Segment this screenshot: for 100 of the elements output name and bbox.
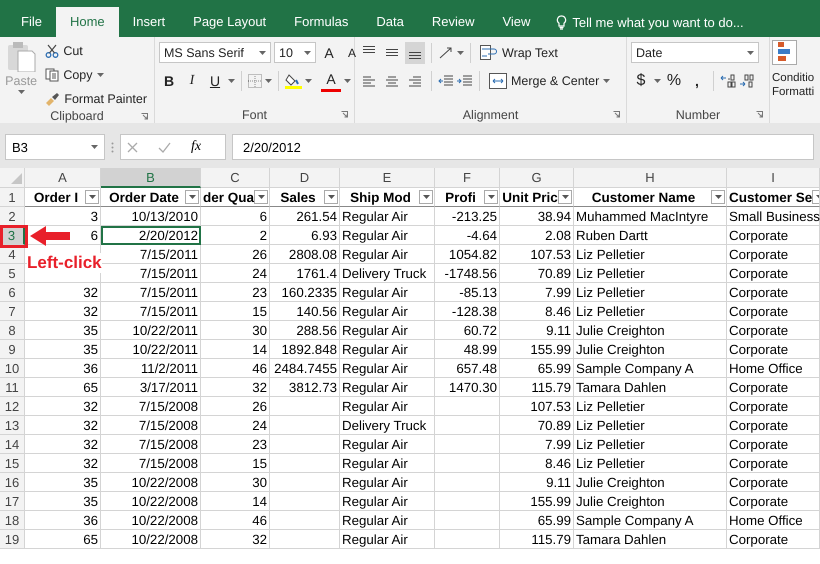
caret-icon[interactable] [654, 78, 661, 82]
selected-cell[interactable]: 2/20/2012 [101, 226, 201, 245]
borders-icon[interactable] [248, 74, 262, 88]
column-header[interactable]: I [727, 168, 820, 188]
row-header[interactable]: 5 [0, 264, 25, 283]
filter-dropdown-button[interactable] [711, 190, 725, 204]
ribbon-tab[interactable]: Data [362, 7, 418, 37]
column-header[interactable]: B [101, 168, 201, 188]
row-header[interactable]: 6 [0, 283, 25, 302]
caret-icon[interactable] [305, 78, 312, 82]
ribbon-tab[interactable]: View [488, 7, 544, 37]
table-cell: 9.11 [500, 321, 574, 340]
empty-cell [435, 454, 500, 473]
filter-dropdown-button[interactable] [558, 190, 572, 204]
caret-icon[interactable] [91, 145, 98, 149]
number-format-dropdown[interactable]: Date [631, 42, 759, 63]
caret-icon[interactable] [96, 72, 104, 76]
cut-button[interactable]: Cut [42, 40, 150, 61]
increase-indent-icon[interactable] [457, 74, 473, 88]
increase-decimal-icon[interactable] [720, 72, 736, 88]
merge-center-button[interactable]: Merge & Center [486, 70, 614, 91]
caret-icon[interactable] [304, 50, 311, 54]
row-header[interactable]: 2 [0, 207, 25, 226]
currency-button[interactable]: $ [631, 70, 651, 92]
table-cell: 24 [201, 264, 270, 283]
insert-function-button[interactable]: fx [191, 139, 202, 155]
underline-button[interactable]: U [205, 70, 225, 92]
dialog-launcher-icon[interactable] [756, 111, 763, 118]
column-header[interactable]: A [25, 168, 101, 188]
column-header[interactable]: E [340, 168, 435, 188]
wrap-text-button[interactable]: Wrap Text [477, 42, 561, 63]
fill-color-icon[interactable] [285, 72, 302, 89]
caret-icon[interactable] [344, 78, 351, 82]
decrease-indent-icon[interactable] [438, 74, 454, 88]
paintbrush-icon [45, 92, 60, 106]
caret-icon[interactable] [603, 78, 610, 82]
italic-button[interactable]: I [182, 70, 202, 92]
row-header[interactable]: 13 [0, 416, 25, 435]
percent-button[interactable]: % [664, 70, 684, 92]
ribbon-tab[interactable]: Review [418, 7, 488, 37]
table-cell: 15 [201, 454, 270, 473]
dialog-launcher-icon[interactable] [613, 111, 620, 118]
row-header[interactable]: 7 [0, 302, 25, 321]
table-cell: Regular Air [340, 321, 435, 340]
decrease-decimal-icon[interactable] [739, 72, 755, 88]
ribbon-tab[interactable]: File [7, 7, 56, 37]
row-header[interactable]: 14 [0, 435, 25, 454]
caret-icon[interactable] [228, 78, 235, 82]
dialog-launcher-icon[interactable] [341, 111, 348, 118]
column-header[interactable]: C [201, 168, 270, 188]
filter-dropdown-button[interactable] [185, 190, 199, 204]
dialog-launcher-icon[interactable] [141, 113, 148, 120]
column-header[interactable]: D [270, 168, 340, 188]
row-header[interactable]: 18 [0, 511, 25, 530]
shrink-font-button[interactable]: A [342, 42, 362, 64]
table-cell: Corporate [727, 416, 820, 435]
comma-style-button[interactable]: , [687, 70, 707, 92]
ribbon-tab[interactable]: Page Layout [179, 7, 280, 37]
ribbon-tab[interactable]: Insert [118, 7, 180, 37]
tell-me-search[interactable]: Tell me what you want to do... [572, 14, 744, 30]
bold-button[interactable]: B [159, 70, 179, 92]
format-painter-button[interactable]: Format Painter [42, 88, 150, 109]
formula-input-field[interactable]: 2/20/2012 [232, 134, 814, 160]
font-size-dropdown[interactable]: 10 [274, 42, 316, 63]
grow-font-button[interactable]: A [319, 42, 339, 64]
row-header[interactable]: 17 [0, 492, 25, 511]
ribbon-tab[interactable]: Formulas [280, 7, 362, 37]
filter-dropdown-button[interactable] [324, 190, 338, 204]
filter-dropdown-button[interactable] [419, 190, 433, 204]
column-header[interactable]: G [500, 168, 574, 188]
row-header[interactable]: 12 [0, 397, 25, 416]
text-angle-icon[interactable] [438, 46, 454, 60]
font-name-dropdown[interactable]: MS Sans Serif [159, 42, 271, 63]
filter-dropdown-button[interactable] [484, 190, 498, 204]
column-header[interactable]: F [435, 168, 500, 188]
row-header[interactable]: 9 [0, 340, 25, 359]
font-color-button[interactable]: A [321, 70, 341, 92]
caret-icon[interactable] [265, 78, 272, 82]
caret-icon[interactable] [259, 50, 266, 54]
group-label: Alignment [462, 108, 518, 122]
caret-icon[interactable] [747, 50, 754, 54]
row-header[interactable]: 1 [0, 188, 25, 207]
name-box[interactable]: B3 [5, 134, 105, 160]
caret-icon[interactable] [457, 50, 464, 54]
row-header[interactable]: 11 [0, 378, 25, 397]
row-header[interactable]: 8 [0, 321, 25, 340]
row-header[interactable]: 10 [0, 359, 25, 378]
conditional-formatting-button[interactable]: Conditio Formatti [772, 40, 820, 123]
bottom-align-button[interactable] [405, 42, 425, 64]
row-header[interactable]: 16 [0, 473, 25, 492]
merge-cells-icon [489, 72, 507, 88]
filter-dropdown-button[interactable] [85, 190, 99, 204]
table-cell: Home Office [727, 511, 820, 530]
column-header[interactable]: H [574, 168, 727, 188]
filter-dropdown-button[interactable] [254, 190, 268, 204]
row-header[interactable]: 15 [0, 454, 25, 473]
copy-button[interactable]: Copy [42, 64, 150, 85]
row-header[interactable]: 19 [0, 530, 25, 549]
check-icon[interactable] [158, 142, 171, 152]
ribbon-tab[interactable]: Home [56, 7, 119, 37]
